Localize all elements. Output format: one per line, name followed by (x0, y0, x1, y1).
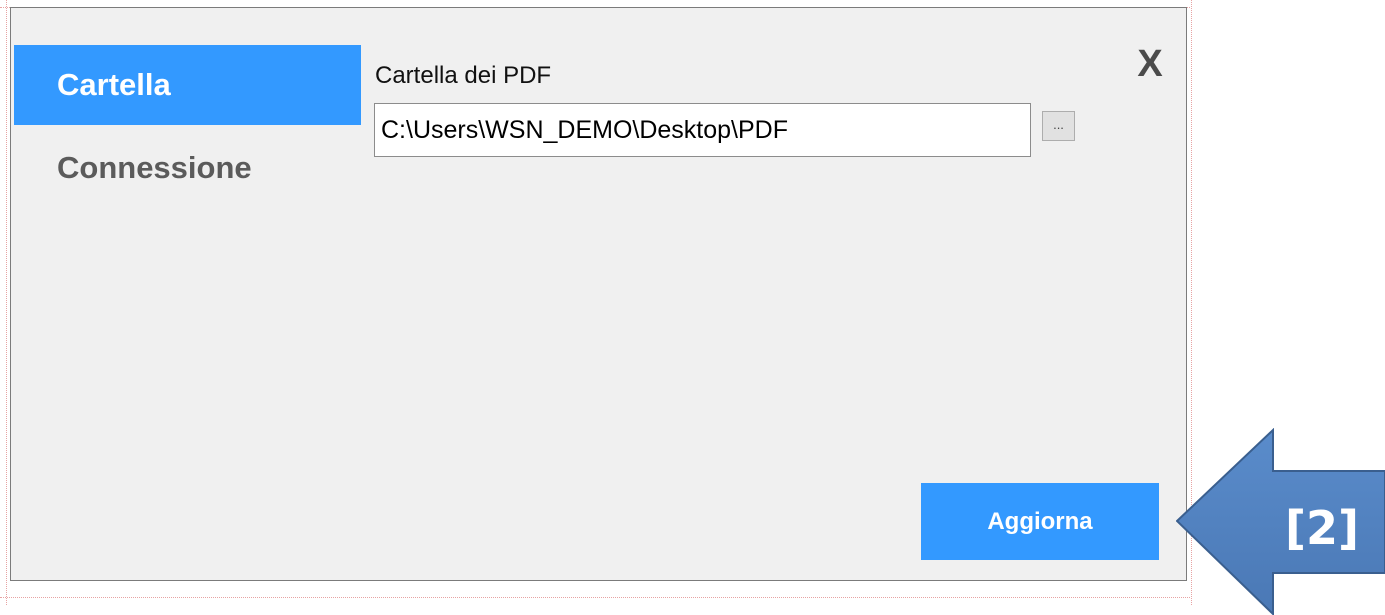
settings-dialog: X Cartella Connessione Cartella dei PDF … (10, 7, 1187, 581)
left-guide-line (6, 0, 7, 605)
pdf-folder-label: Cartella dei PDF (375, 62, 552, 89)
update-button[interactable]: Aggiorna (921, 483, 1159, 560)
browse-folder-button[interactable]: ... (1042, 111, 1075, 141)
pdf-folder-path-input[interactable] (374, 103, 1031, 157)
screenshot-stage: X Cartella Connessione Cartella dei PDF … (0, 0, 1385, 615)
close-button[interactable]: X (1128, 42, 1172, 86)
nav-item-connessione[interactable]: Connessione (14, 128, 361, 208)
callout-label: [2] (1285, 501, 1360, 555)
nav-item-cartella[interactable]: Cartella (14, 45, 361, 125)
bottom-guide-line (0, 597, 1190, 598)
